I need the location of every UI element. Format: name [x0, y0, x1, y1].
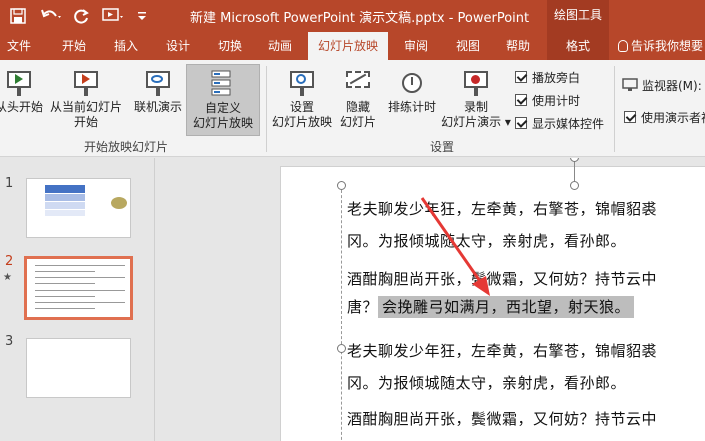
- slide-editing-canvas: 老夫聊发少年狂，左牵黄，右擎苍，锦帽貂裘 冈。为报倾城随太守，亲射虎，看孙郎。 …: [156, 158, 705, 441]
- redo-icon[interactable]: [72, 6, 92, 26]
- record-label-1: 录制: [463, 100, 488, 114]
- set-up-slide-show-button[interactable]: 设置 幻灯片放映: [270, 64, 334, 134]
- thumb-text-line: [35, 283, 95, 284]
- present-online-button[interactable]: 联机演示: [130, 64, 186, 134]
- use-presenter-view-checkbox[interactable]: 使用演示者视: [624, 108, 705, 126]
- thumb-table-row: [45, 194, 85, 201]
- window-title: 新建 Microsoft PowerPoint 演示文稿.pptx - Powe…: [190, 11, 530, 26]
- set-up-group-label: 设置: [430, 140, 455, 154]
- hide-slide-label-2: 幻灯片: [339, 115, 376, 129]
- custom-slide-show-label-2: 幻灯片放映: [192, 116, 253, 130]
- record-label-2: 幻灯片演示 ▾: [441, 115, 511, 129]
- set-up-label-1: 设置: [289, 100, 314, 114]
- start-from-beginning-qat-icon[interactable]: [100, 6, 126, 26]
- ribbon-panel: 从头开始 从当前幻灯片 开始 联机演示 自定义 幻灯片放映 开始放映幻灯片 设置…: [0, 60, 705, 157]
- rehearse-timings-icon: [397, 68, 427, 98]
- custom-slide-show-button[interactable]: 自定义 幻灯片放映: [186, 64, 260, 136]
- tab-home[interactable]: 开始: [52, 32, 96, 60]
- group-separator: [266, 66, 267, 152]
- from-current-slide-button[interactable]: 从当前幻灯片 开始: [48, 64, 124, 134]
- thumb-table-header: [45, 185, 85, 193]
- thumb-text-line: [35, 308, 95, 309]
- set-up-label-2: 幻灯片放映: [271, 115, 332, 129]
- present-online-icon: [143, 68, 173, 98]
- tab-insert[interactable]: 插入: [104, 32, 148, 60]
- tab-format[interactable]: 格式: [547, 32, 609, 60]
- slide-thumbnail-1[interactable]: [26, 178, 131, 238]
- thumb-text-line: [35, 302, 125, 303]
- slide-thumbnail-2[interactable]: [24, 256, 133, 320]
- save-icon[interactable]: [8, 6, 28, 26]
- undo-icon[interactable]: [38, 6, 64, 26]
- tab-view[interactable]: 视图: [446, 32, 490, 60]
- custom-slide-show-label-1: 自定义: [204, 101, 241, 115]
- play-narrations-checkbox[interactable]: 播放旁白: [515, 68, 580, 86]
- from-current-label-2: 开始: [73, 115, 98, 129]
- from-beginning-label: 从头开始: [0, 100, 43, 114]
- record-slide-show-button[interactable]: 录制 幻灯片演示 ▾: [440, 64, 512, 134]
- hide-slide-icon: [343, 68, 373, 98]
- record-slide-show-icon: [461, 68, 491, 98]
- tab-file[interactable]: 文件: [0, 32, 38, 60]
- set-up-slide-show-icon: [287, 68, 317, 98]
- tell-me-box[interactable]: 告诉我你想要: [618, 32, 703, 60]
- start-slide-show-group-label: 开始放映幻灯片: [84, 140, 169, 154]
- thumb-text-line: [35, 265, 125, 266]
- rehearse-timings-button[interactable]: 排练计时: [384, 64, 440, 134]
- thumb-text-line: [35, 271, 95, 272]
- group-separator: [614, 66, 615, 152]
- slide-thumbnail-pane: 1 2 ★ 3: [0, 158, 155, 441]
- hide-slide-button[interactable]: 隐藏 幻灯片: [336, 64, 380, 134]
- lightbulb-icon: [618, 40, 628, 52]
- hide-slide-label-1: 隐藏: [345, 100, 370, 114]
- tab-slide-show[interactable]: 幻灯片放映: [308, 32, 388, 60]
- thumb-table-row: [45, 202, 85, 209]
- tab-transitions[interactable]: 切换: [208, 32, 252, 60]
- from-current-slide-icon: [71, 68, 101, 98]
- thumb-image: [111, 197, 127, 209]
- tab-review[interactable]: 审阅: [394, 32, 438, 60]
- use-timings-checkbox[interactable]: 使用计时: [515, 91, 580, 109]
- tab-design[interactable]: 设计: [156, 32, 200, 60]
- thumb-table-row: [45, 210, 85, 216]
- drawing-tools-title: 绘图工具: [547, 0, 609, 32]
- animation-star-icon: ★: [3, 272, 12, 283]
- thumb-text-line: [35, 290, 125, 291]
- slide-number-2: 2: [5, 254, 14, 269]
- title-bar: 新建 Microsoft PowerPoint 演示文稿.pptx - Powe…: [0, 0, 705, 32]
- show-media-controls-checkbox[interactable]: 显示媒体控件: [515, 114, 604, 132]
- ribbon-tabs: 文件 开始 插入 设计 切换 动画 幻灯片放映 审阅 视图 帮助 格式 告诉我你…: [0, 32, 705, 60]
- slide-number-3: 3: [5, 334, 14, 349]
- thumb-text-line: [35, 296, 95, 297]
- tell-me-text: 告诉我你想要: [631, 39, 704, 53]
- tab-animations[interactable]: 动画: [258, 32, 302, 60]
- monitor-icon: [622, 78, 638, 91]
- monitor-dropdown[interactable]: 监视器(M):: [622, 76, 702, 94]
- from-beginning-icon: [4, 68, 34, 98]
- tab-help[interactable]: 帮助: [496, 32, 540, 60]
- rehearse-timings-label: 排练计时: [387, 100, 436, 114]
- from-current-label-1: 从当前幻灯片: [49, 100, 122, 114]
- from-beginning-button[interactable]: 从头开始: [0, 64, 44, 134]
- present-online-label: 联机演示: [133, 100, 182, 114]
- annotation-arrow-icon: [420, 197, 490, 296]
- thumb-text-line: [35, 277, 125, 278]
- slide-number-1: 1: [5, 176, 14, 191]
- customize-qat-icon[interactable]: [134, 6, 150, 26]
- custom-slide-show-icon: [208, 69, 238, 99]
- slide-thumbnail-3[interactable]: [26, 338, 131, 398]
